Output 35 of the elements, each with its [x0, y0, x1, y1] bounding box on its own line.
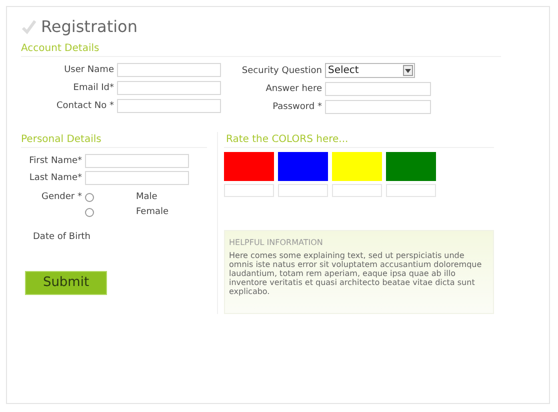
text-field[interactable] [85, 154, 189, 168]
text-field[interactable] [85, 171, 189, 185]
text-field[interactable] [117, 63, 221, 77]
field-label: Password * [272, 101, 323, 114]
info-heading: HELPFUL INFORMATION [229, 237, 324, 249]
text-field[interactable] [325, 100, 431, 114]
info-text: Here comes some explaining text, sed ut perspiciatis unde omnis iste natus error sit voluptatem accusantium doloremque laudantium, totam rem aperiam, eaque ipsa quae ab illo inventore veritatis et quasi architecto beatae vitae dicta sunt explicabo. [229, 251, 483, 296]
field-label: Security Question [240, 64, 323, 78]
rating-field[interactable] [386, 184, 436, 197]
text-field[interactable] [325, 82, 431, 96]
field-label: Last Name* [28, 172, 83, 185]
radio-label: Male [136, 191, 158, 204]
security-select[interactable]: Select [325, 63, 415, 78]
field-label: Gender * [40, 191, 83, 204]
section-heading: Personal Details [21, 132, 207, 148]
text-field[interactable] [117, 99, 221, 113]
submit-button[interactable]: Submit [25, 270, 107, 294]
radio-button[interactable] [85, 192, 94, 202]
field-label: User Name [63, 64, 115, 77]
field-label: Answer here [264, 83, 323, 96]
page-title: Registration [41, 16, 138, 38]
field-label: Contact No * [56, 100, 115, 113]
section-heading: Account Details [21, 41, 501, 57]
rating-field[interactable] [224, 184, 274, 197]
field-label: First Name* [28, 155, 83, 168]
rating-field[interactable] [332, 184, 382, 197]
checkmark-icon [21, 19, 37, 35]
section-heading: Rate the COLORS here... [224, 132, 494, 148]
radio-button[interactable] [85, 208, 94, 216]
radio-label: Female [136, 206, 169, 219]
text-field[interactable] [117, 81, 221, 95]
field-label: Email Id* [72, 82, 115, 95]
chevron-icon [403, 65, 413, 76]
field-label: Date of Birth [33, 231, 92, 244]
rating-field[interactable] [278, 184, 328, 197]
